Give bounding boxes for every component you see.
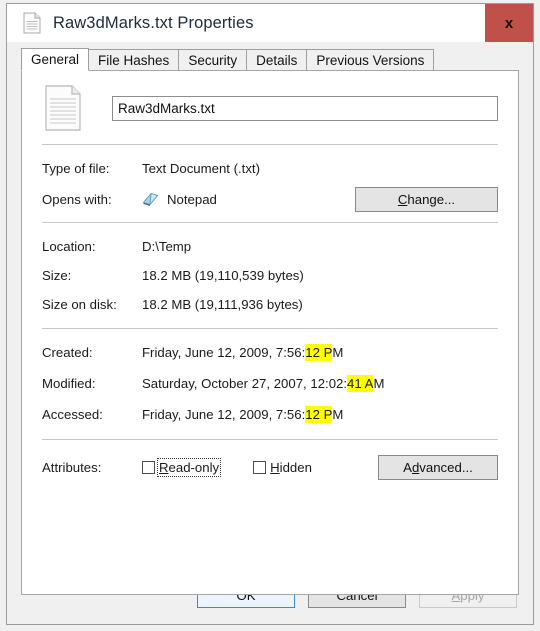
tab-file-hashes[interactable]: File Hashes xyxy=(88,49,180,70)
accessed-suffix: M xyxy=(332,407,344,422)
size-on-disk-value: 18.2 MB (19,111,936 bytes) xyxy=(142,297,303,312)
readonly-checkbox-box[interactable] xyxy=(142,460,155,474)
hidden-checkbox[interactable]: Hidden xyxy=(253,460,312,475)
modified-value: Saturday, October 27, 2007, 12:02:41 AM xyxy=(142,375,498,392)
location-value: D:\Temp xyxy=(142,238,192,254)
filename-input[interactable] xyxy=(112,95,498,121)
modified-suffix: M xyxy=(373,376,385,391)
text-document-icon xyxy=(44,84,84,132)
readonly-label: Read-only xyxy=(156,457,222,477)
document-icon xyxy=(23,12,41,34)
type-of-file-row: Type of file: Text Document (.txt) xyxy=(22,145,518,183)
created-highlight: 12 P xyxy=(305,344,333,361)
change-button-mnemonic: C xyxy=(397,191,408,207)
modified-highlight: 41 A xyxy=(347,375,374,392)
opens-with-row: Opens with: Notepad Change... xyxy=(22,183,518,215)
properties-dialog: Raw3dMarks.txt Properties x General File… xyxy=(6,3,534,625)
readonly-checkbox[interactable]: Read-only xyxy=(142,457,222,477)
accessed-label: Accessed: xyxy=(42,407,103,422)
size-on-disk-label: Size on disk: xyxy=(42,297,117,312)
opens-with-label: Opens with: xyxy=(42,191,112,207)
location-row: Location: D:\Temp xyxy=(22,223,518,261)
modified-prefix: Saturday, October 27, 2007, 12:02: xyxy=(142,376,348,391)
opens-with-app: Notepad xyxy=(167,191,217,207)
screenshot-root: Raw3dMarks.txt Properties x General File… xyxy=(0,0,540,631)
attributes-label: Attributes: xyxy=(42,459,102,475)
advanced-button-label: vanced... xyxy=(419,459,473,475)
tab-previous-versions[interactable]: Previous Versions xyxy=(306,49,435,70)
location-label: Location: xyxy=(42,238,96,254)
change-button[interactable]: Change... xyxy=(355,186,498,212)
filename-row xyxy=(22,71,518,144)
change-button-label: hange... xyxy=(407,191,456,207)
title-bar: Raw3dMarks.txt Properties x xyxy=(7,4,533,42)
type-of-file-label: Type of file: xyxy=(42,160,110,176)
tab-security[interactable]: Security xyxy=(178,49,248,70)
modified-label: Modified: xyxy=(42,376,96,391)
hidden-mnemonic: H xyxy=(270,459,280,475)
hidden-label: Hidden xyxy=(270,459,312,475)
close-button[interactable]: x xyxy=(485,4,533,42)
modified-row: Modified: Saturday, October 27, 2007, 12… xyxy=(22,368,518,399)
size-value: 18.2 MB (19,110,539 bytes) xyxy=(142,268,304,283)
notepad-icon xyxy=(142,191,159,207)
tab-details[interactable]: Details xyxy=(246,49,308,70)
created-suffix: M xyxy=(332,345,344,360)
accessed-prefix: Friday, June 12, 2009, 7:56: xyxy=(142,407,306,422)
separator-4 xyxy=(42,439,498,440)
advanced-button[interactable]: Advanced... xyxy=(378,454,498,480)
attributes-row: Attributes: Read-only Hidden Advanced... xyxy=(22,451,518,483)
created-row: Created: Friday, June 12, 2009, 7:56:12 … xyxy=(22,329,518,368)
hidden-checkbox-box[interactable] xyxy=(253,460,267,474)
size-label: Size: xyxy=(42,268,72,283)
created-prefix: Friday, June 12, 2009, 7:56: xyxy=(142,345,306,360)
size-row: Size: 18.2 MB (19,110,539 bytes) xyxy=(22,261,518,290)
tab-strip: General File Hashes Security Details Pre… xyxy=(21,48,533,71)
readonly-mnemonic: R xyxy=(159,459,169,475)
created-label: Created: xyxy=(42,345,93,360)
created-value: Friday, June 12, 2009, 7:56:12 PM xyxy=(142,344,498,361)
window-title: Raw3dMarks.txt Properties xyxy=(53,13,254,32)
general-tab-panel: Type of file: Text Document (.txt) Opens… xyxy=(21,70,519,595)
size-on-disk-row: Size on disk: 18.2 MB (19,111,936 bytes) xyxy=(22,290,518,319)
accessed-value: Friday, June 12, 2009, 7:56:12 PM xyxy=(142,406,498,423)
accessed-highlight: 12 P xyxy=(305,406,333,423)
tab-general[interactable]: General xyxy=(21,48,90,71)
type-of-file-value: Text Document (.txt) xyxy=(142,160,260,176)
accessed-row: Accessed: Friday, June 12, 2009, 7:56:12… xyxy=(22,399,518,430)
